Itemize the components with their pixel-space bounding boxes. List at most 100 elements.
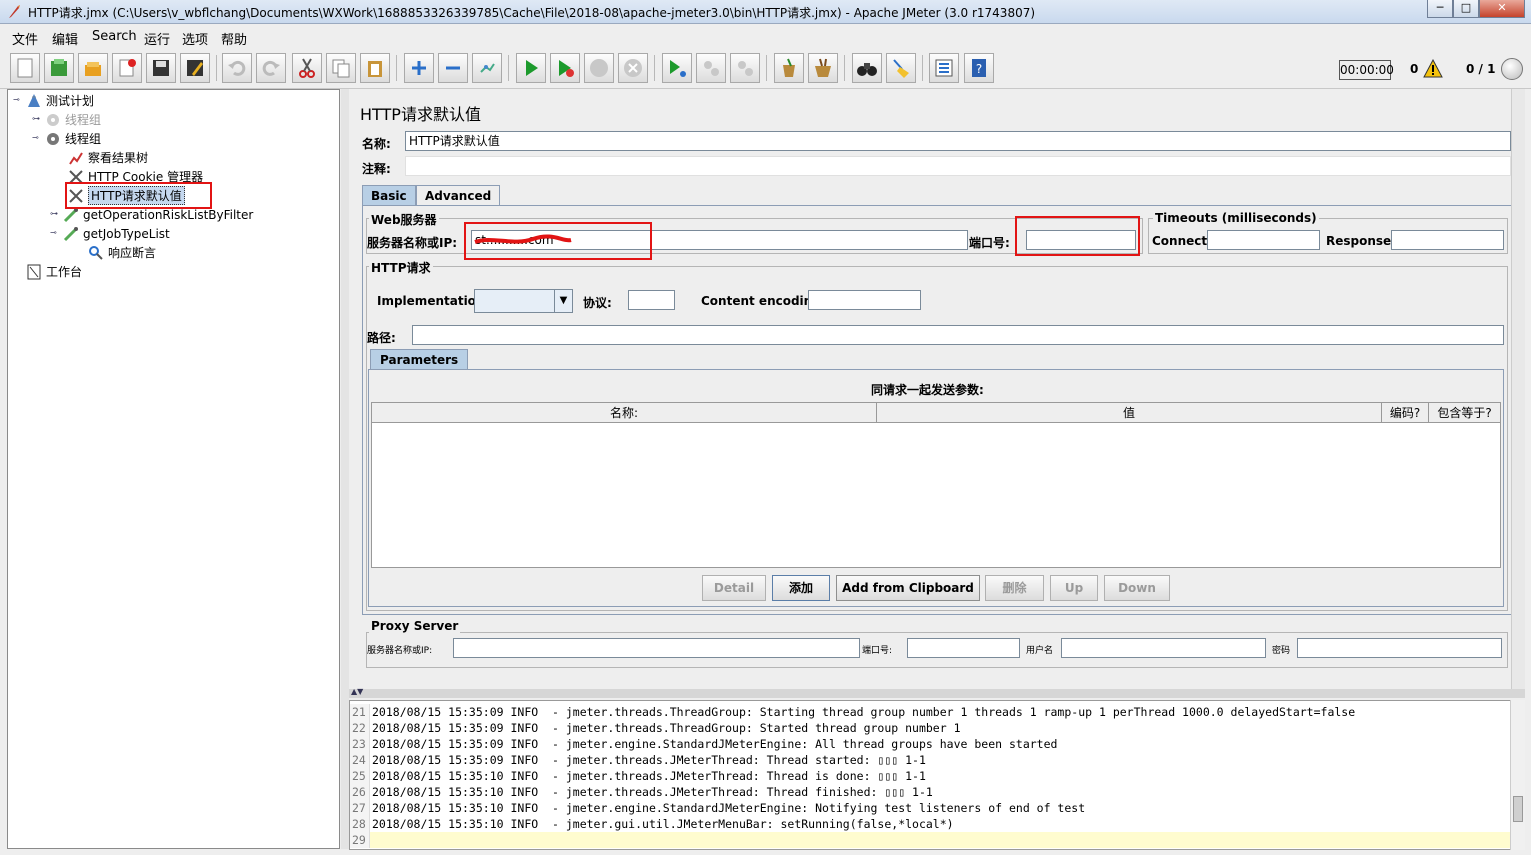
proxy-server-input[interactable] xyxy=(453,638,860,658)
minimize-button[interactable]: ─ xyxy=(1427,0,1453,18)
add-from-clipboard-button[interactable]: Add from Clipboard xyxy=(836,575,980,601)
scrollbar-thumb[interactable] xyxy=(1513,796,1523,822)
horizontal-splitter[interactable]: ▲▼ xyxy=(349,687,1525,698)
panel-scrollbar[interactable] xyxy=(1511,89,1525,689)
reset-search-button[interactable] xyxy=(886,53,916,83)
log-panel[interactable]: 21 2018/08/15 15:35:09 INFO - jmeter.thre… xyxy=(349,700,1525,850)
expand-toggle-icon[interactable]: ⊶ xyxy=(50,210,59,219)
tree-node-get-job-type-list[interactable]: ⊸ getJobTypeList xyxy=(50,224,170,243)
detail-button[interactable]: Detail xyxy=(702,575,766,601)
tab-parameters[interactable]: Parameters xyxy=(370,349,469,369)
log-scrollbar[interactable] xyxy=(1510,700,1525,850)
save-button[interactable] xyxy=(146,53,176,83)
remote-shutdown-button[interactable] xyxy=(730,53,760,83)
remote-start-button[interactable] xyxy=(662,53,692,83)
proxy-port-input[interactable] xyxy=(907,638,1020,658)
test-plan-tree[interactable]: ⊸ 测试计划 ⊶ 线程组 ⊸ 线程组 察看结果树 HTTP Cookie 管理器… xyxy=(7,89,340,849)
new-button[interactable] xyxy=(10,53,40,83)
collapse-toggle-icon[interactable]: ⊸ xyxy=(50,229,59,238)
column-header-include-equals[interactable]: 包含等于? xyxy=(1429,403,1500,423)
path-input[interactable] xyxy=(412,325,1504,345)
menu-search[interactable]: Search xyxy=(92,29,137,44)
menu-options[interactable]: 选项 xyxy=(182,29,208,48)
toggle-button[interactable] xyxy=(472,53,502,83)
protocol-input[interactable] xyxy=(628,290,675,310)
menu-run[interactable]: 运行 xyxy=(144,29,170,48)
toolbar-separator xyxy=(654,55,655,81)
menu-edit[interactable]: 编辑 xyxy=(52,29,78,48)
server-label: 服务器名称或IP: xyxy=(367,236,458,250)
maximize-button[interactable]: □ xyxy=(1453,0,1479,18)
encoding-input[interactable] xyxy=(808,290,921,310)
encoding-label: Content encoding: xyxy=(701,294,826,308)
delete-button[interactable]: 删除 xyxy=(985,575,1044,601)
response-timeout-input[interactable] xyxy=(1391,230,1504,250)
warning-icon[interactable] xyxy=(1423,59,1443,78)
config-panel: HTTP请求默认值 名称: HTTP请求默认值 注释: Basic Advanc… xyxy=(349,89,1525,689)
broom-icon xyxy=(893,59,909,78)
stop-button[interactable] xyxy=(584,53,614,83)
chevron-down-icon[interactable]: ▼ xyxy=(554,290,572,312)
collapse-all-button[interactable] xyxy=(438,53,468,83)
proxy-password-input[interactable] xyxy=(1297,638,1502,658)
tree-node-test-plan[interactable]: ⊸ 测试计划 xyxy=(13,91,94,110)
collapse-toggle-icon[interactable]: ⊸ xyxy=(13,96,22,105)
down-button[interactable]: Down xyxy=(1104,575,1170,601)
templates-button[interactable] xyxy=(44,53,74,83)
add-button[interactable]: 添加 xyxy=(772,575,830,601)
help-button[interactable]: ? xyxy=(964,53,994,83)
tree-node-thread-group[interactable]: ⊸ 线程组 xyxy=(32,129,101,148)
column-header-name[interactable]: 名称: xyxy=(372,403,877,423)
comment-input[interactable] xyxy=(405,156,1511,176)
open-button[interactable] xyxy=(78,53,108,83)
start-no-timers-button[interactable] xyxy=(550,53,580,83)
tree-node-response-assertion[interactable]: 响应断言 xyxy=(88,243,156,262)
comment-label: 注释: xyxy=(362,162,391,176)
remote-globe-icon xyxy=(1501,58,1523,80)
tree-node-view-results-tree[interactable]: 察看结果树 xyxy=(68,148,148,167)
remote-stop-button[interactable] xyxy=(696,53,726,83)
port-label: 端口号: xyxy=(969,236,1010,250)
copy-button[interactable] xyxy=(326,53,356,83)
close-window-button[interactable]: ✕ xyxy=(1479,0,1525,18)
function-helper-button[interactable] xyxy=(929,53,959,83)
vertical-splitter[interactable] xyxy=(341,89,349,849)
active-threads: 0 / 1 xyxy=(1466,62,1496,76)
clear-all-button[interactable] xyxy=(808,53,838,83)
clear-button[interactable] xyxy=(774,53,804,83)
splitter-arrows-icon[interactable]: ▲▼ xyxy=(351,687,363,696)
connect-timeout-input[interactable] xyxy=(1207,230,1320,250)
expand-toggle-icon[interactable]: ⊶ xyxy=(32,115,41,124)
proxy-password-label: 密码 xyxy=(1272,646,1291,656)
toggle-icon xyxy=(480,63,495,73)
up-button[interactable]: Up xyxy=(1050,575,1098,601)
collapse-toggle-icon[interactable]: ⊸ xyxy=(32,134,41,143)
column-header-value[interactable]: 值 xyxy=(877,403,1382,423)
tree-node-workbench[interactable]: · 工作台 xyxy=(13,262,82,281)
paste-icon xyxy=(368,61,382,77)
parameters-table[interactable]: 名称: 值 编码? 包含等于? xyxy=(371,402,1501,568)
column-header-encode[interactable]: 编码? xyxy=(1382,403,1429,423)
implementation-select[interactable]: ▼ xyxy=(474,289,573,313)
tree-node-thread-group-disabled[interactable]: ⊶ 线程组 xyxy=(32,110,101,129)
save-as-button[interactable] xyxy=(180,53,210,83)
name-input[interactable]: HTTP请求默认值 xyxy=(405,131,1511,151)
proxy-port-label: 端口号: xyxy=(862,646,893,656)
search-button[interactable] xyxy=(852,53,882,83)
tab-basic[interactable]: Basic xyxy=(362,185,416,205)
paste-button[interactable] xyxy=(360,53,390,83)
tab-advanced[interactable]: Advanced xyxy=(416,185,501,205)
start-no-timers-icon xyxy=(559,60,574,77)
copy-icon xyxy=(332,59,350,78)
menu-file[interactable]: 文件 xyxy=(12,29,38,48)
start-button[interactable] xyxy=(516,53,546,83)
thread-group-gear-icon xyxy=(47,113,59,126)
undo-button[interactable] xyxy=(222,53,252,83)
close-file-button[interactable] xyxy=(112,53,142,83)
menu-help[interactable]: 帮助 xyxy=(221,29,247,48)
proxy-user-input[interactable] xyxy=(1061,638,1266,658)
cut-button[interactable] xyxy=(292,53,322,83)
shutdown-button[interactable] xyxy=(618,53,648,83)
redo-button[interactable] xyxy=(256,53,286,83)
expand-all-button[interactable] xyxy=(404,53,434,83)
